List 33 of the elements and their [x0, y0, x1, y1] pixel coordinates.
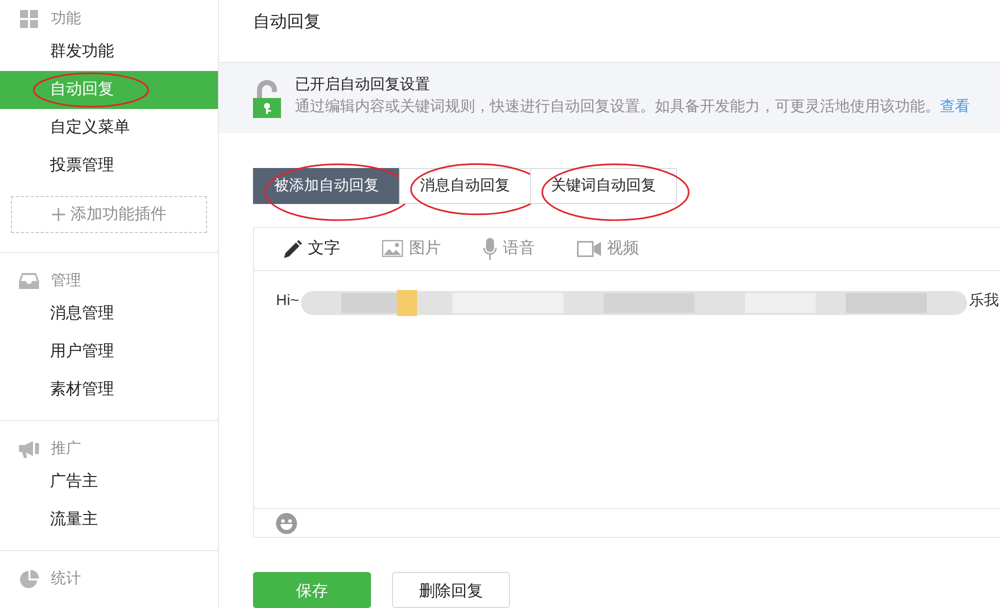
sidebar-item[interactable]: 广告主 [0, 463, 218, 501]
inbox-icon [19, 273, 39, 289]
delete-button[interactable]: 删除回复 [392, 572, 510, 608]
lock-icon [252, 78, 282, 119]
group-title: 功能 [51, 8, 81, 29]
sidebar-item[interactable]: 群发功能 [0, 33, 218, 71]
microphone-icon [483, 238, 497, 260]
video-camera-icon [577, 240, 601, 257]
plus-icon [52, 208, 64, 221]
group-title: 统计 [51, 568, 81, 589]
pencil-icon [284, 240, 302, 258]
tab[interactable]: 被添加自动回复 [253, 168, 400, 204]
message-text: Hi~ [276, 290, 299, 311]
grid-icon [20, 10, 38, 28]
group-title: 推广 [51, 438, 81, 459]
message-text: 乐我 [969, 290, 999, 311]
tab[interactable]: 消息自动回复 [399, 168, 531, 204]
group-title: 管理 [51, 270, 81, 291]
sidebar-item[interactable]: 消息管理 [0, 295, 218, 333]
notice-title: 已开启自动回复设置 [295, 74, 431, 95]
sidebar-item[interactable]: 流量主 [0, 501, 218, 539]
sidebar-item[interactable]: 自定义菜单 [0, 109, 218, 147]
page-title: 自动回复 [252, 11, 322, 33]
media-type-tab[interactable]: 文字 [284, 236, 340, 261]
tab[interactable]: 关键词自动回复 [530, 168, 677, 204]
notice-text: 通过编辑内容或关键词规则，快速进行自动回复设置。如具备开发能力，可更灵活地使用该功能。 [295, 96, 940, 117]
smiley-icon [276, 512, 297, 534]
image-icon [382, 240, 403, 258]
sidebar-item[interactable]: 素材管理 [0, 371, 218, 409]
sidebar-item[interactable]: 投票管理 [0, 147, 218, 185]
megaphone-icon [19, 440, 39, 458]
sidebar-item[interactable]: 用户管理 [0, 333, 218, 371]
pie-chart-icon [20, 570, 38, 588]
